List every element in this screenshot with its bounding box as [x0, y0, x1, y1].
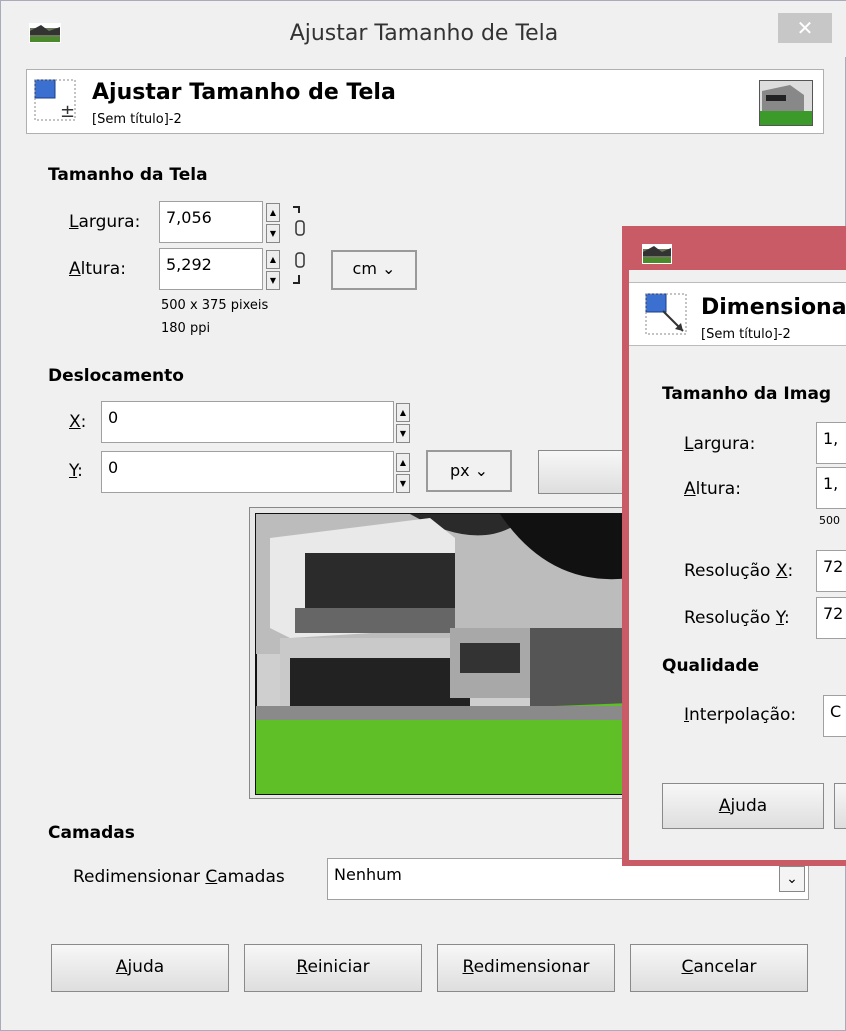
scale-width-label: Largura: [684, 434, 756, 454]
center-button[interactable] [538, 450, 628, 494]
interpolation-select[interactable]: C [823, 695, 846, 737]
offset-x-input[interactable]: 0 [101, 401, 394, 443]
interpolation-label: Interpolação: [684, 705, 797, 725]
scale-height-input[interactable]: 1, [816, 467, 846, 509]
dialog-header: ± Ajustar Tamanho de Tela [Sem título]-2 [26, 69, 824, 134]
offset-section-title: Deslocamento [48, 366, 184, 386]
resolution-y-label: Resolução Y: [684, 608, 790, 628]
canvas-height-spinner[interactable]: ▲ ▼ [266, 250, 280, 290]
cancel-button[interactable]: Cancelar [630, 944, 808, 992]
scale-help-button[interactable]: Ajuda [662, 783, 824, 829]
dialog-header-title: Ajustar Tamanho de Tela [92, 80, 396, 105]
preview-image [255, 513, 630, 795]
window-title: Ajustar Tamanho de Tela [289, 21, 559, 46]
scale-height-label: Altura: [684, 479, 741, 499]
quality-section-title: Qualidade [662, 656, 760, 676]
scale-reset-button[interactable] [834, 783, 846, 829]
offset-x-label: X: [69, 412, 87, 432]
resize-layers-label: Redimensionar Camadas [73, 867, 285, 887]
scale-image-dialog[interactable]: Dimensiona [Sem título]-2 Tamanho da Ima… [622, 226, 846, 866]
title-bar[interactable]: Ajustar Tamanho de Tela ✕ [1, 1, 846, 57]
scale-dialog-header: Dimensiona [Sem título]-2 [629, 282, 846, 346]
scale-pixels-info: 500 [819, 514, 840, 527]
canvas-size-section-title: Tamanho da Tela [48, 165, 208, 185]
layers-section-title: Camadas [48, 823, 135, 843]
scale-image-icon [645, 293, 689, 337]
height-label: Altura: [69, 259, 126, 279]
width-label: Largura: [69, 212, 141, 232]
scale-dialog-subtitle: [Sem título]-2 [701, 327, 791, 342]
chevron-down-icon: ⌄ [469, 461, 489, 480]
canvas-unit-select[interactable]: cm ⌄ [331, 250, 417, 290]
resolution-x-label: Resolução X: [684, 561, 794, 581]
chevron-down-icon: ⌄ [376, 259, 396, 278]
canvas-width-input[interactable]: 7,056 [159, 201, 263, 243]
scale-width-input[interactable]: 1, [816, 422, 846, 464]
offset-x-spinner[interactable]: ▲ ▼ [396, 403, 410, 443]
reset-button[interactable]: Reiniciar [244, 944, 422, 992]
dialog-header-subtitle: [Sem título]-2 [92, 112, 182, 127]
canvas-preview[interactable] [249, 507, 631, 799]
svg-text:±: ± [60, 101, 75, 122]
image-thumbnail-icon [759, 80, 813, 126]
canvas-width-spinner[interactable]: ▲ ▼ [266, 203, 280, 243]
image-size-section-title: Tamanho da Imag [662, 384, 832, 404]
resolution-x-input[interactable]: 72 [816, 550, 846, 592]
offset-y-label: Y: [69, 461, 83, 481]
scale-dialog-title: Dimensiona [701, 295, 846, 320]
canvas-size-icon: ± [34, 79, 78, 123]
canvas-height-input[interactable]: 5,292 [159, 248, 263, 290]
resize-button[interactable]: Redimensionar [437, 944, 615, 992]
offset-y-spinner[interactable]: ▲ ▼ [396, 453, 410, 493]
pixel-dimensions-info: 500 x 375 pixeis [161, 298, 269, 313]
offset-unit-select[interactable]: px ⌄ [426, 450, 512, 492]
offset-y-input[interactable]: 0 [101, 451, 394, 493]
scale-dialog-body: Dimensiona [Sem título]-2 Tamanho da Ima… [629, 270, 846, 860]
help-button[interactable]: Ajuda [51, 944, 229, 992]
chevron-down-icon[interactable]: ⌄ [779, 866, 805, 892]
gimp-window-icon [642, 244, 672, 264]
chain-link-icon[interactable] [291, 203, 311, 287]
close-button[interactable]: ✕ [778, 13, 832, 43]
resolution-y-input[interactable]: 72 [816, 597, 846, 639]
resolution-info: 180 ppi [161, 321, 211, 336]
close-icon: ✕ [796, 16, 814, 40]
